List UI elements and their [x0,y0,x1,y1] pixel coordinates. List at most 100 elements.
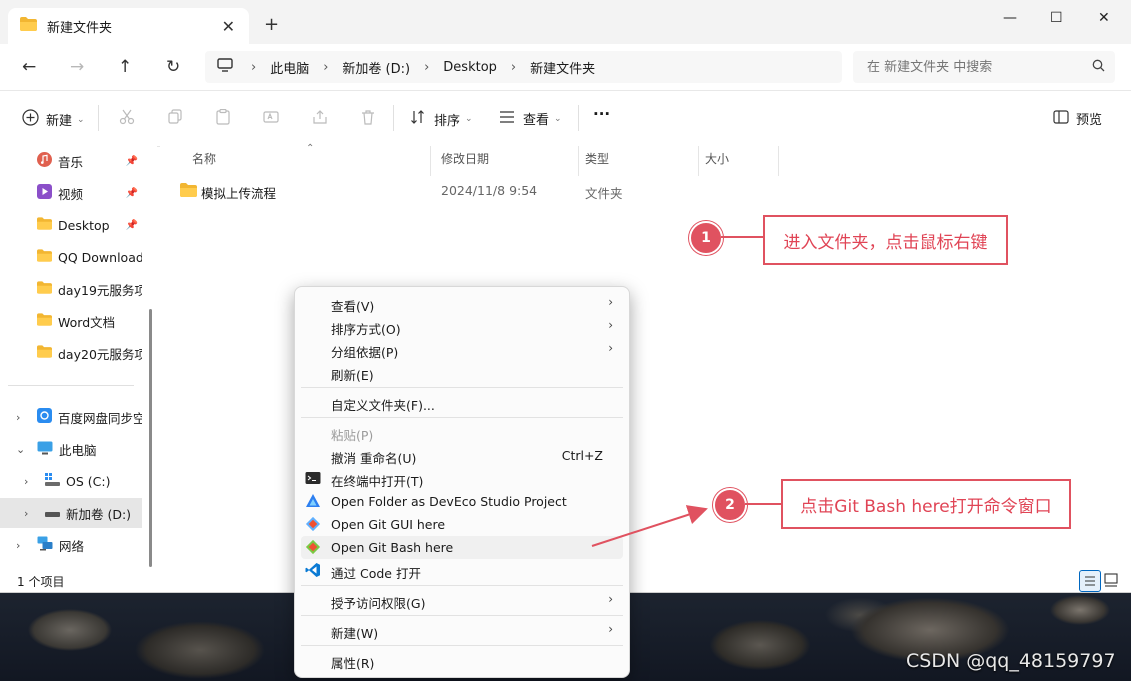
back-button[interactable]: ← [22,57,36,77]
new-button[interactable]: 新建 ⌄ [22,109,85,130]
navigation-pane: 音乐 📌 视频 📌 Desktop 📌 QQ Download day19元服务… [0,146,157,568]
sidebar-item-network[interactable]: › 网络 [0,530,142,560]
sidebar-item-word-docs[interactable]: Word文档 [0,306,142,336]
menu-item-label: 授予访问权限(G) [331,596,426,611]
search-icon[interactable] [1092,59,1105,76]
breadcrumb-desktop[interactable]: Desktop [443,60,497,75]
preview-pane-button[interactable]: 预览 [1053,109,1102,128]
up-button[interactable]: ↑ [118,57,132,77]
music-icon [37,152,52,170]
sidebar-item-this-pc[interactable]: ⌄ 此电脑 [0,434,142,464]
sort-label: 排序 [434,113,461,129]
column-divider[interactable] [778,146,779,176]
sidebar-item-desktop[interactable]: Desktop 📌 [0,210,142,240]
nav-scrollbar[interactable] [149,309,152,567]
tab-current-folder[interactable]: 新建文件夹 ✕ [8,8,249,44]
sidebar-item-d-drive[interactable]: › 新加卷 (D:) [0,498,142,528]
sidebar-item-label: day19元服务项 [58,282,142,298]
column-header-size[interactable]: 大小 [705,150,729,167]
close-window-button[interactable]: ✕ [1098,10,1110,26]
chevron-down-icon: ⌄ [554,113,562,124]
command-bar: 新建 ⌄ 排序 ⌄ 查看 ⌄ ··· 预览 [0,90,1131,147]
column-header-type[interactable]: 类型 [585,150,609,167]
sidebar-item-c-drive[interactable]: › OS (C:) [0,466,142,496]
menu-item-open-with-code[interactable]: 通过 Code 打开 [301,559,623,582]
copy-icon[interactable] [167,109,183,125]
menu-item-open-git-bash[interactable]: Open Git Bash here [301,536,623,559]
menu-item-new[interactable]: 新建(W) › [301,619,623,642]
column-header-name[interactable]: 名称 [192,150,216,167]
sidebar-item-label: 此电脑 [59,442,97,458]
column-divider[interactable] [578,146,579,176]
menu-item-label: 粘贴(P) [331,428,374,443]
minimize-button[interactable]: — [1003,10,1017,26]
view-button[interactable]: 查看 ⌄ [499,109,562,128]
menu-item-label: 查看(V) [331,299,375,314]
menu-item-give-access[interactable]: 授予访问权限(G) › [301,589,623,612]
menu-item-open-git-gui[interactable]: Open Git GUI here [301,513,623,536]
item-count: 1 个项目 [17,575,65,589]
menu-item-properties[interactable]: 属性(R) [301,649,623,672]
cut-icon[interactable] [119,109,135,125]
forward-button[interactable]: → [70,57,84,77]
menu-item-open-deveco[interactable]: Open Folder as DevEco Studio Project [301,490,623,513]
tab-close-button[interactable]: ✕ [222,17,235,36]
sort-button[interactable]: 排序 ⌄ [410,109,473,129]
preview-pane-icon [1053,109,1069,128]
chevron-down-icon[interactable]: ⌄ [16,443,25,456]
breadcrumb[interactable]: › 此电脑 › 新加卷 (D:) › Desktop › 新建文件夹 [205,51,842,83]
sidebar-item-day19[interactable]: day19元服务项 [0,274,142,304]
windows-drive-icon [45,473,60,489]
delete-icon[interactable] [360,109,376,125]
column-header-modified[interactable]: 修改日期 [441,150,489,167]
menu-separator [301,417,623,418]
sidebar-item-label: Desktop [58,217,110,233]
menu-separator [301,615,623,616]
breadcrumb-separator: › [510,59,517,75]
folder-icon [37,281,52,297]
menu-item-paste[interactable]: 粘贴(P) [301,421,623,444]
table-row[interactable]: 模拟上传流程 2024/11/8 9:54 文件夹 [180,178,780,204]
paste-icon[interactable] [215,109,231,125]
menu-item-label: 新建(W) [331,626,379,641]
sidebar-item-label: OS (C:) [66,473,111,489]
menu-item-sort-by[interactable]: 排序方式(O) › [301,315,623,338]
breadcrumb-this-pc[interactable]: 此电脑 [270,58,309,77]
menu-item-undo-rename[interactable]: 撤消 重命名(U) Ctrl+Z [301,444,623,467]
chevron-right-icon[interactable]: › [16,539,20,552]
column-divider[interactable] [430,146,431,176]
menu-item-view[interactable]: 查看(V) › [301,292,623,315]
chevron-right-icon: › [608,592,613,606]
more-options-button[interactable]: ··· [593,105,610,123]
chevron-right-icon[interactable]: › [24,475,28,488]
menu-item-open-in-terminal[interactable]: 在终端中打开(T) [301,467,623,490]
folder-icon [37,217,52,233]
details-view-button[interactable] [1079,570,1101,592]
sidebar-item-qq-download[interactable]: QQ Download [0,242,142,272]
menu-item-label: Open Git Bash here [331,540,454,555]
breadcrumb-new-folder[interactable]: 新建文件夹 [530,58,595,77]
sidebar-item-baidu-sync[interactable]: › 百度网盘同步空 [0,402,142,432]
menu-item-group-by[interactable]: 分组依据(P) › [301,338,623,361]
chevron-right-icon[interactable]: › [24,507,28,520]
column-divider[interactable] [698,146,699,176]
sidebar-item-videos[interactable]: 视频 📌 [0,178,142,208]
menu-separator [301,585,623,586]
tiles-view-button[interactable] [1103,572,1119,592]
pin-icon: 📌 [125,219,138,231]
folder-icon [37,249,52,265]
sidebar-item-day20[interactable]: day20元服务项 [0,338,142,368]
new-tab-button[interactable]: + [264,14,279,35]
rename-icon[interactable] [263,109,279,125]
refresh-button[interactable]: ↻ [166,57,180,77]
maximize-button[interactable]: ☐ [1050,10,1063,26]
share-icon[interactable] [312,109,328,125]
file-modified: 2024/11/8 9:54 [441,183,538,198]
chevron-right-icon[interactable]: › [16,411,20,424]
vscode-icon [305,562,321,578]
breadcrumb-d-drive[interactable]: 新加卷 (D:) [342,58,410,77]
search-input[interactable] [865,58,1089,76]
sidebar-item-music[interactable]: 音乐 📌 [0,146,142,176]
menu-item-customize-folder[interactable]: 自定义文件夹(F)... [301,391,623,414]
menu-item-refresh[interactable]: 刷新(E) [301,361,623,384]
